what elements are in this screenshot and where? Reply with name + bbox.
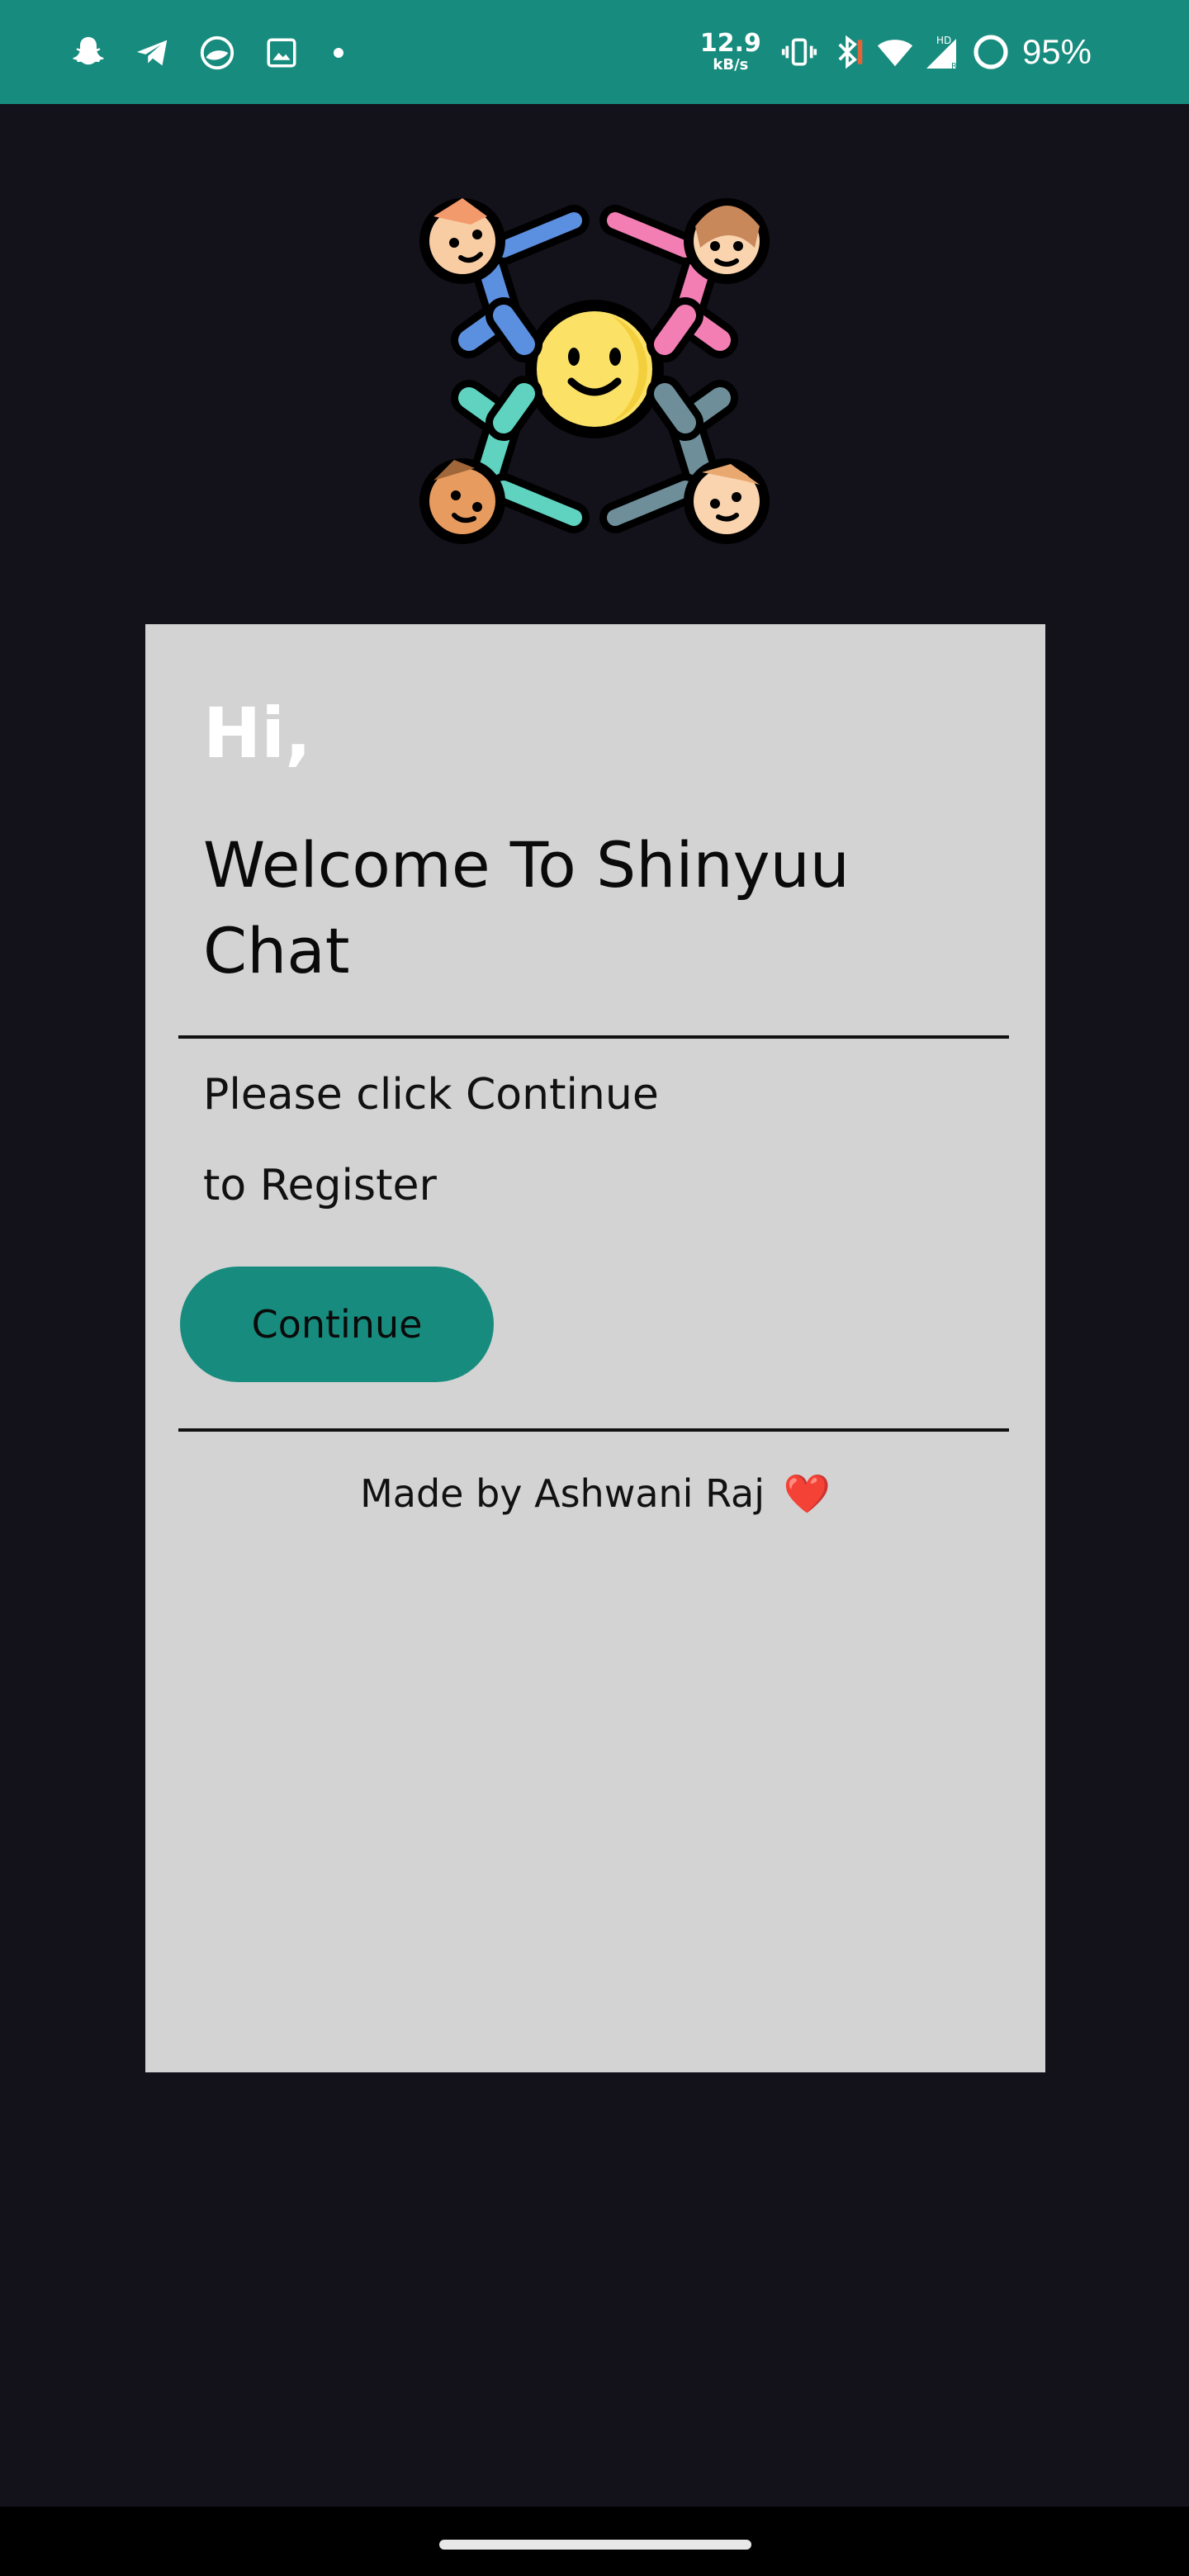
network-speed-value: 12.9 (699, 29, 761, 58)
status-bar-notifications (66, 30, 343, 76)
credit-text: Made by Ashwani Raj (360, 1471, 765, 1516)
snapchat-icon (66, 31, 111, 75)
heart-emoji: ❤️ (783, 1471, 831, 1516)
credit-line: Made by Ashwani Raj ❤️ (145, 1475, 1045, 1513)
continue-button[interactable]: Continue (180, 1267, 494, 1382)
wifi-icon (875, 32, 915, 72)
notification-dot-icon (334, 48, 343, 58)
network-speed: 12.9 kB/s (700, 31, 761, 73)
signal-hd-icon: HD R (923, 32, 963, 72)
home-gesture-handle[interactable] (439, 2540, 751, 2550)
network-speed-unit: kB/s (713, 56, 749, 73)
svg-text:HD: HD (936, 35, 951, 46)
greeting-heading: Hi, (203, 693, 312, 774)
telegram-icon (130, 31, 175, 75)
instruction-line-2: to Register (203, 1161, 437, 1210)
welcome-title: Welcome To Shinyuu Chat (203, 828, 850, 987)
svg-text:R: R (951, 62, 957, 71)
gallery-icon (259, 31, 304, 75)
navigation-bar (0, 2507, 1189, 2576)
battery-ring-icon (971, 32, 1011, 72)
instruction-line-1: Please click Continue (203, 1070, 659, 1120)
bottom-divider (178, 1428, 1009, 1432)
bluetooth-icon (827, 32, 867, 72)
status-bar-system: 12.9 kB/s HD R 95% (700, 23, 1092, 81)
reddit-icon (195, 31, 239, 75)
friends-circle-logo-icon (405, 183, 784, 563)
battery-percentage: 95% (1021, 32, 1092, 71)
status-bar: 12.9 kB/s HD R 95% (0, 0, 1189, 104)
top-divider (178, 1035, 1009, 1039)
welcome-card: Hi, Welcome To Shinyuu Chat Please click… (145, 624, 1045, 2072)
vibrate-icon (779, 32, 819, 72)
